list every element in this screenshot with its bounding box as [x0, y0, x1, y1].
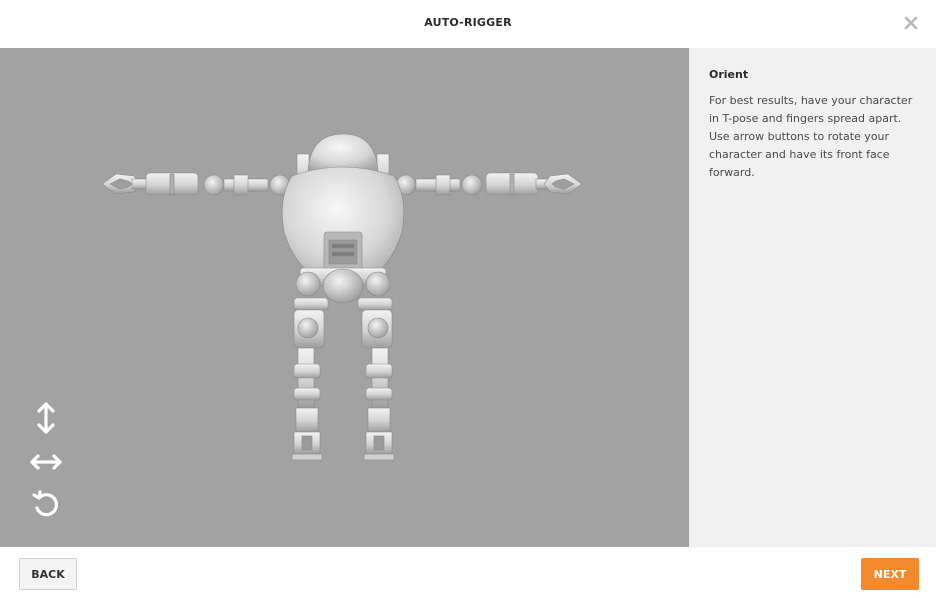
right-leg — [361, 309, 395, 461]
right-arm — [395, 172, 583, 196]
hips — [293, 268, 393, 311]
back-button[interactable]: BACK — [19, 558, 77, 590]
auto-rigger-dialog: AUTO-RIGGER Orient For best results, hav… — [0, 0, 936, 598]
3d-viewport[interactable] — [0, 48, 689, 547]
side-panel: Orient For best results, have your chara… — [689, 48, 936, 547]
robot-model — [101, 133, 583, 461]
next-button[interactable]: NEXT — [861, 558, 919, 590]
horizontal-arrows-icon[interactable] — [28, 444, 64, 480]
panel-instructions: For best results, have your character in… — [709, 94, 913, 179]
left-leg — [291, 309, 325, 461]
close-icon[interactable] — [903, 15, 919, 31]
dialog-title: AUTO-RIGGER — [424, 16, 512, 29]
rotate-icon[interactable] — [28, 486, 64, 522]
dialog-header: AUTO-RIGGER — [0, 0, 936, 48]
dialog-footer: BACK NEXT — [0, 547, 936, 598]
panel-title: Orient — [709, 68, 749, 81]
vertical-arrows-icon[interactable] — [28, 400, 64, 436]
left-arm — [101, 172, 291, 196]
